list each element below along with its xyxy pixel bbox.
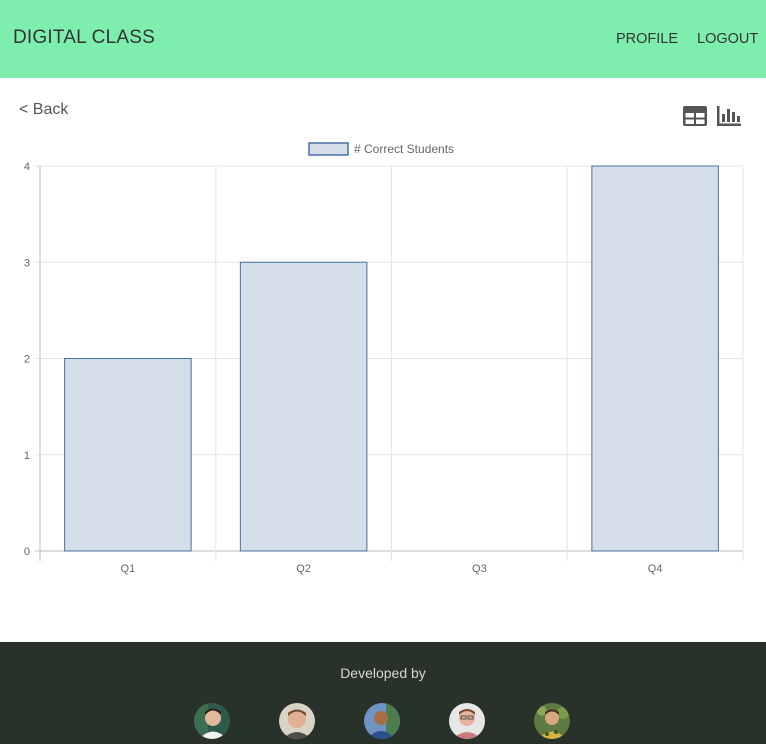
table-view-icon[interactable] xyxy=(682,104,708,128)
back-link[interactable]: < Back xyxy=(19,101,68,119)
profile-link[interactable]: PROFILE xyxy=(616,31,678,47)
bar-chart: 0 1 2 3 4 Q1 Q2 Q3 Q4 # Correct Students xyxy=(24,142,744,575)
logout-link[interactable]: LOGOUT xyxy=(697,31,758,47)
avatar-icon[interactable] xyxy=(279,703,315,739)
y-tick-label: 4 xyxy=(24,161,30,173)
bar xyxy=(64,358,192,552)
footer-developed-by: Developed by xyxy=(340,665,426,681)
x-tick-label: Q2 xyxy=(296,563,311,575)
y-tick-label: 2 xyxy=(24,354,30,366)
brand-title[interactable]: DIGITAL CLASS xyxy=(13,27,155,49)
avatar-icon[interactable] xyxy=(194,703,230,739)
bar-chart-view-icon[interactable] xyxy=(716,104,742,128)
avatar-icon[interactable] xyxy=(364,703,400,739)
legend-label: # Correct Students xyxy=(354,142,454,156)
y-tick-label: 0 xyxy=(24,546,30,558)
x-tick-label: Q1 xyxy=(121,563,136,575)
x-tick-label: Q4 xyxy=(648,563,663,575)
bar xyxy=(239,261,368,552)
navbar: DIGITAL CLASS PROFILE LOGOUT xyxy=(0,0,766,78)
bar xyxy=(591,165,719,552)
y-tick-label: 1 xyxy=(24,450,30,462)
x-tick-label: Q3 xyxy=(472,563,487,575)
avatar-icon[interactable] xyxy=(449,703,485,739)
legend-swatch xyxy=(308,142,349,156)
y-tick-label: 3 xyxy=(24,257,30,269)
footer: Developed by xyxy=(0,642,766,744)
avatar-icon[interactable] xyxy=(534,703,570,739)
